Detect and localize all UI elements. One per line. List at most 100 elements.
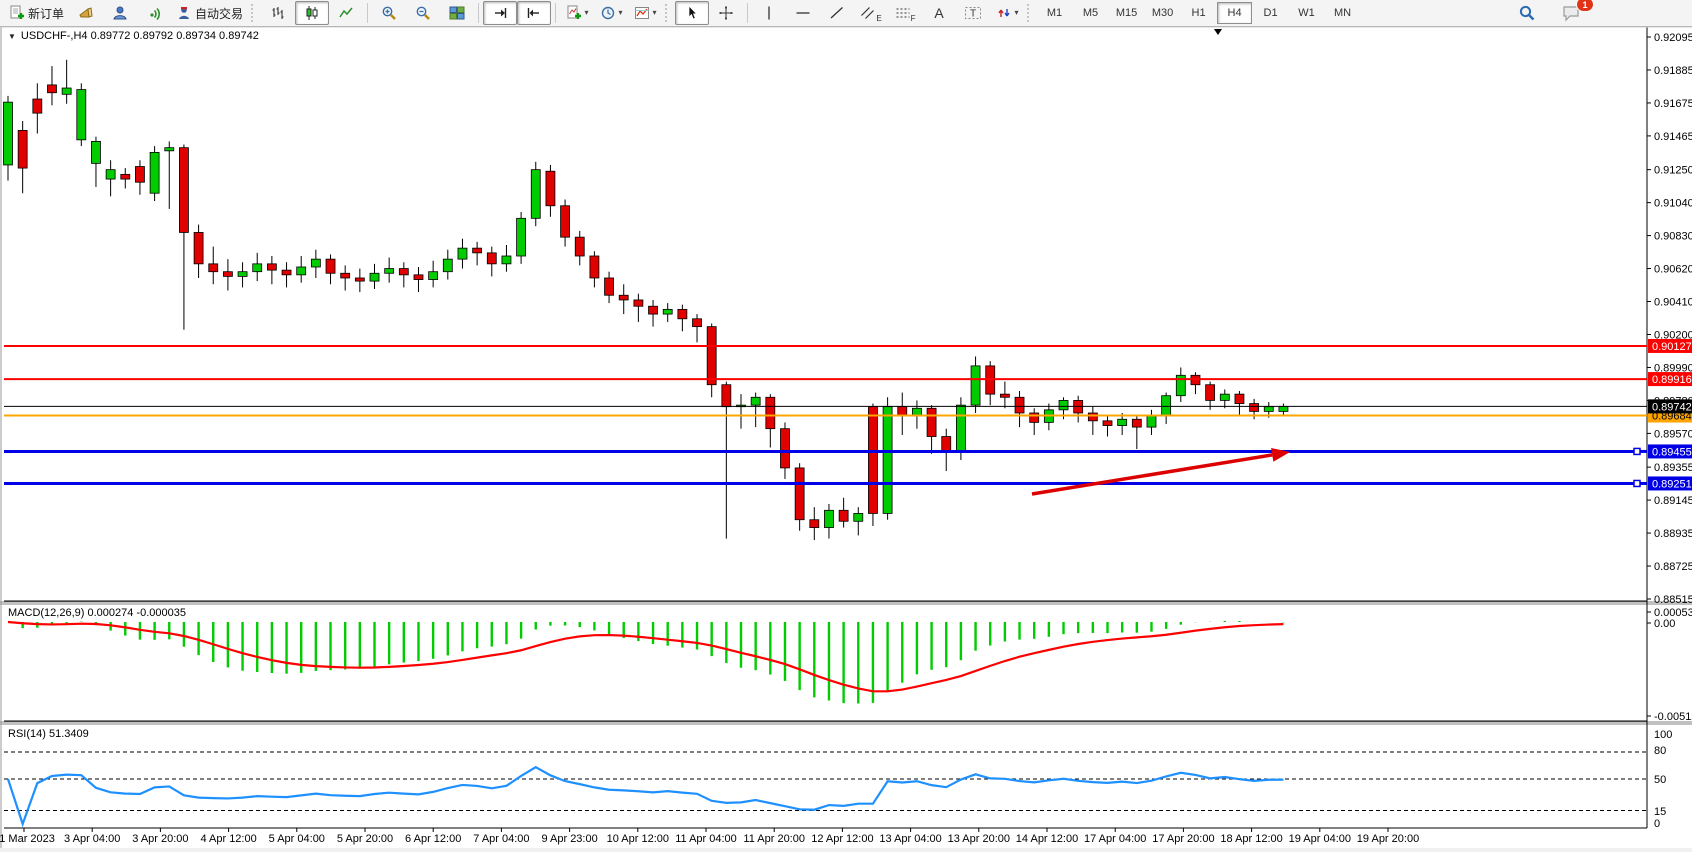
time-tick-label: 13 Apr 20:00 bbox=[948, 833, 1010, 845]
cursor-button[interactable] bbox=[675, 1, 709, 25]
zoom-out-button[interactable] bbox=[406, 1, 440, 25]
tf-button-H1[interactable]: H1 bbox=[1181, 2, 1216, 24]
toolbar-separator bbox=[555, 3, 556, 23]
indicators-icon bbox=[566, 5, 582, 21]
rsi-axis-label: 80 bbox=[1654, 745, 1666, 757]
candle-body bbox=[824, 510, 833, 527]
tf-button-H4[interactable]: H4 bbox=[1217, 2, 1252, 24]
fibonacci-sub-label: F bbox=[911, 14, 916, 23]
price-tick-label: 0.91465 bbox=[1654, 131, 1692, 143]
notifications-button[interactable]: 1 bbox=[1554, 1, 1588, 25]
tf-button-M15[interactable]: M15 bbox=[1109, 2, 1144, 24]
vertical-line-button[interactable] bbox=[752, 1, 786, 25]
candle-body bbox=[795, 468, 804, 520]
line-chart-icon bbox=[338, 5, 354, 21]
candle-body bbox=[223, 272, 232, 277]
price-tick-label: 0.89570 bbox=[1654, 428, 1692, 440]
price-tick-label: 0.90410 bbox=[1654, 297, 1692, 309]
symbol-dropdown-icon: ▼ bbox=[8, 32, 16, 41]
time-tick-label: 5 Apr 04:00 bbox=[269, 833, 325, 845]
time-tick-label: 17 Apr 20:00 bbox=[1152, 833, 1214, 845]
price-tick-label: 0.92095 bbox=[1654, 32, 1692, 44]
line-endpoint-handle[interactable] bbox=[1634, 448, 1640, 454]
horizontal-line-button[interactable] bbox=[786, 1, 820, 25]
time-tick-label: 12 Apr 12:00 bbox=[811, 833, 873, 845]
chart-background[interactable] bbox=[0, 26, 1692, 848]
chart-shift-icon bbox=[526, 5, 542, 21]
signal-button[interactable] bbox=[137, 1, 171, 25]
periods-button[interactable]: ▾ bbox=[594, 1, 628, 25]
candle-body bbox=[1088, 413, 1097, 421]
tf-button-D1[interactable]: D1 bbox=[1253, 2, 1288, 24]
price-tick-label: 0.89355 bbox=[1654, 462, 1692, 474]
toolbar-grip[interactable] bbox=[1027, 4, 1034, 22]
auto-scroll-button[interactable] bbox=[483, 1, 517, 25]
candle-body bbox=[751, 397, 760, 405]
timeframe-group: M1M5M15M30H1H4D1W1MN bbox=[1037, 2, 1360, 24]
toolbar-grip[interactable] bbox=[665, 4, 672, 22]
horizontal-line-icon bbox=[795, 5, 811, 21]
tf-button-M5[interactable]: M5 bbox=[1073, 2, 1108, 24]
price-tick-label: 0.90620 bbox=[1654, 264, 1692, 276]
price-badge-label: 0.89455 bbox=[1652, 446, 1692, 458]
rsi-axis-label: 0 bbox=[1654, 818, 1660, 830]
tf-button-MN[interactable]: MN bbox=[1325, 2, 1360, 24]
candle-body bbox=[810, 520, 819, 528]
time-tick-label: 4 Apr 12:00 bbox=[200, 833, 256, 845]
autotrading-button[interactable]: 自动交易 bbox=[171, 1, 248, 25]
candle-body bbox=[458, 248, 467, 259]
candle-body bbox=[429, 272, 438, 280]
candlestick-chart-button[interactable] bbox=[295, 1, 329, 25]
templates-icon bbox=[634, 5, 650, 21]
text-button[interactable]: A bbox=[922, 1, 956, 25]
candle-body bbox=[385, 269, 394, 274]
tile-windows-button[interactable] bbox=[440, 1, 474, 25]
candle-body bbox=[766, 397, 775, 428]
styler-button[interactable] bbox=[69, 1, 103, 25]
community-button[interactable] bbox=[103, 1, 137, 25]
candle-body bbox=[473, 248, 482, 253]
chart-title[interactable]: ▼ USDCHF-,H4 0.89772 0.89792 0.89734 0.8… bbox=[8, 30, 259, 42]
candle-body bbox=[1147, 416, 1156, 427]
arrows-tool-button[interactable]: ▾ bbox=[990, 1, 1024, 25]
fibonacci-button[interactable]: F bbox=[888, 1, 922, 25]
candle-body bbox=[693, 319, 702, 327]
line-chart-button[interactable] bbox=[329, 1, 363, 25]
tf-button-M1[interactable]: M1 bbox=[1037, 2, 1072, 24]
candle-body bbox=[1220, 394, 1229, 400]
chart-title-text: USDCHF-,H4 0.89772 0.89792 0.89734 0.897… bbox=[21, 30, 259, 42]
indicators-button[interactable]: ▾ bbox=[560, 1, 594, 25]
tf-button-M30[interactable]: M30 bbox=[1145, 2, 1180, 24]
new-order-button[interactable]: 新订单 bbox=[4, 1, 69, 25]
crosshair-icon bbox=[718, 5, 734, 21]
search-button[interactable] bbox=[1510, 1, 1544, 25]
text-label-button[interactable]: T bbox=[956, 1, 990, 25]
time-tick-label: 7 Apr 04:00 bbox=[473, 833, 529, 845]
crosshair-button[interactable] bbox=[709, 1, 743, 25]
trendline-button[interactable] bbox=[820, 1, 854, 25]
price-tick-label: 0.91040 bbox=[1654, 198, 1692, 210]
price-tick-label: 0.90830 bbox=[1654, 231, 1692, 243]
equidistant-channel-button[interactable]: E bbox=[854, 1, 888, 25]
zoom-in-button[interactable] bbox=[372, 1, 406, 25]
person-icon bbox=[112, 5, 128, 21]
price-tick-label: 0.88935 bbox=[1654, 528, 1692, 540]
toolbar-grip[interactable] bbox=[251, 4, 258, 22]
tf-button-W1[interactable]: W1 bbox=[1289, 2, 1324, 24]
candle-body bbox=[517, 218, 526, 256]
candle-body bbox=[165, 148, 174, 151]
chart-canvas[interactable]: 0.920950.918850.916750.914650.912500.910… bbox=[0, 0, 1692, 852]
candle-body bbox=[135, 167, 144, 183]
price-tick-label: 0.88515 bbox=[1654, 594, 1692, 606]
time-tick-label: 11 Apr 20:00 bbox=[743, 833, 805, 845]
candle-body bbox=[18, 130, 27, 168]
candle-body bbox=[649, 306, 658, 314]
candle-body bbox=[1015, 397, 1024, 413]
candle-body bbox=[678, 309, 687, 318]
candle-body bbox=[414, 275, 423, 280]
chart-shift-button[interactable] bbox=[517, 1, 551, 25]
bar-chart-button[interactable] bbox=[261, 1, 295, 25]
candle-body bbox=[1118, 419, 1127, 425]
templates-button[interactable]: ▾ bbox=[628, 1, 662, 25]
line-endpoint-handle[interactable] bbox=[1634, 480, 1640, 486]
